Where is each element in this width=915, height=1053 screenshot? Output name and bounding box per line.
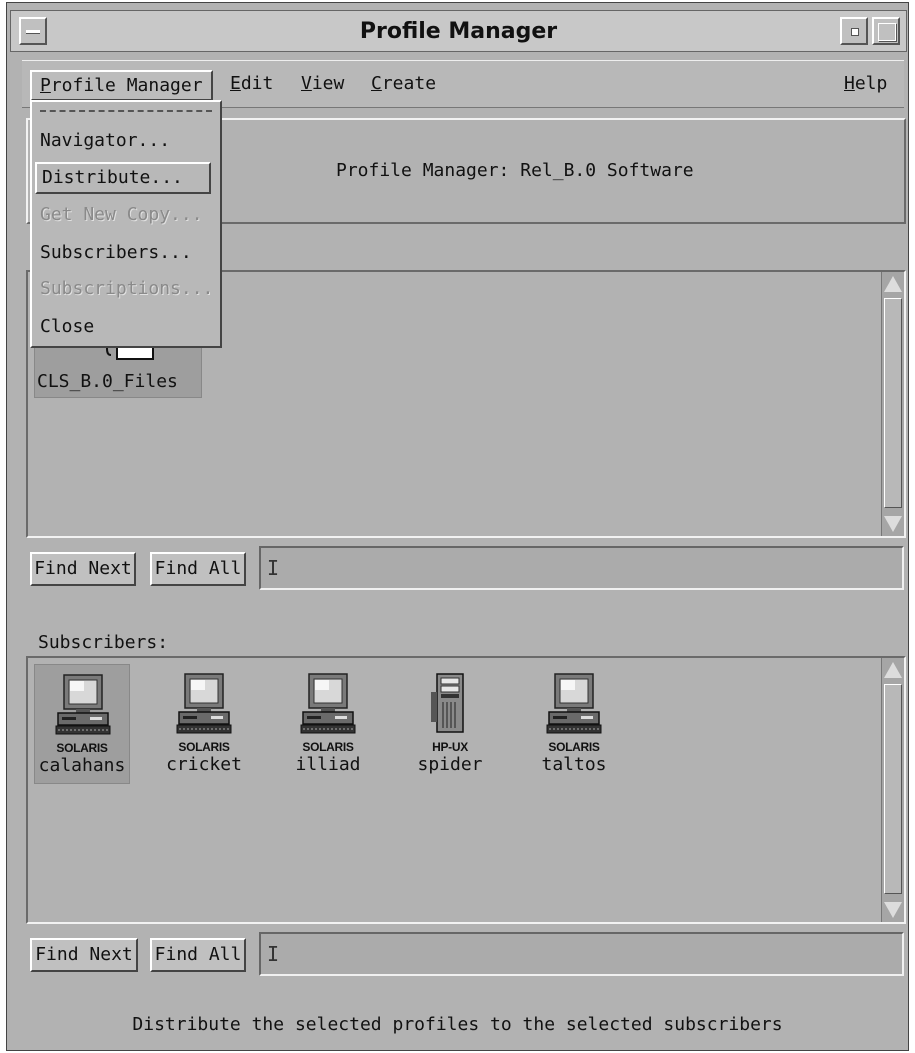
scroll-thumb[interactable] [884, 298, 902, 508]
find-all-button-2[interactable]: Find All [150, 938, 246, 972]
server-tower-icon [430, 673, 464, 733]
menu-view[interactable]: View [293, 70, 352, 97]
tear-off-line[interactable] [40, 110, 212, 112]
menu-edit[interactable]: Edit [222, 70, 281, 97]
maximize-button[interactable] [872, 17, 900, 45]
host-label: illiad [295, 754, 361, 775]
text-cursor-icon: I [267, 942, 280, 966]
menu-item-distribute[interactable]: Distribute... [35, 162, 211, 194]
workstation-icon [546, 673, 602, 734]
host-label: taltos [541, 754, 607, 775]
profile-search-field[interactable]: I [259, 546, 904, 590]
subscriber-spider[interactable]: HP-UX spider [402, 664, 498, 784]
menu-create[interactable]: Create [363, 70, 444, 97]
menu-item-subscribers[interactable]: Subscribers... [40, 242, 192, 263]
workstation-icon [300, 673, 356, 734]
find-next-button[interactable]: Find Next [30, 552, 136, 586]
status-message: Distribute the selected profiles to the … [132, 1014, 783, 1035]
host-label: spider [417, 754, 483, 775]
subscriber-taltos[interactable]: SOLARIS taltos [526, 664, 622, 784]
subscribers-pane[interactable]: SOLARIS calahans SOLARIS cricket SOLARIS… [26, 656, 906, 924]
os-label: SOLARIS [178, 740, 230, 754]
header-text: Profile Manager: Rel_B.0 Software [336, 160, 694, 181]
subscribers-scrollbar[interactable] [881, 658, 904, 922]
profile-item-label: CLS_B.0_Files [37, 371, 178, 392]
scroll-up-arrow-icon[interactable] [884, 276, 902, 292]
menu-profile-manager[interactable]: Profile Manager [30, 70, 213, 101]
subscriber-illiad[interactable]: SOLARIS illiad [280, 664, 376, 784]
subscribers-heading: Subscribers: [38, 632, 169, 653]
subscriber-calahans[interactable]: SOLARIS calahans [34, 664, 130, 784]
menu-item-close[interactable]: Close [40, 316, 94, 337]
subscriber-cricket[interactable]: SOLARIS cricket [156, 664, 252, 784]
scroll-down-arrow-icon[interactable] [884, 902, 902, 918]
workstation-icon [55, 674, 111, 735]
menu-item-navigator[interactable]: Navigator... [40, 130, 170, 151]
title-bar[interactable]: Profile Manager [10, 10, 907, 52]
host-label: calahans [38, 755, 126, 776]
profile-manager-dropdown: Navigator... Distribute... Get New Copy.… [30, 100, 222, 348]
text-cursor-icon: I [267, 556, 280, 580]
host-label: cricket [166, 754, 242, 775]
menu-profile-manager-label: rofile Manager [50, 75, 203, 96]
workstation-icon [176, 673, 232, 734]
profiles-scrollbar[interactable] [881, 272, 904, 536]
subscriber-search-field[interactable]: I [259, 932, 904, 976]
menu-item-get-new-copy: Get New Copy... [40, 204, 203, 225]
menu-item-subscriptions: Subscriptions... [40, 278, 214, 299]
scroll-up-arrow-icon[interactable] [884, 662, 902, 678]
find-next-button-2[interactable]: Find Next [30, 938, 138, 972]
os-label: SOLARIS [548, 740, 600, 754]
os-label: HP-UX [432, 740, 468, 754]
menu-help[interactable]: Help [836, 70, 895, 97]
window-title: Profile Manager [359, 19, 558, 44]
scroll-down-arrow-icon[interactable] [884, 516, 902, 532]
find-all-button[interactable]: Find All [150, 552, 246, 586]
os-label: SOLARIS [302, 740, 354, 754]
minimize-button[interactable] [840, 17, 868, 45]
scroll-thumb[interactable] [884, 684, 902, 894]
os-label: SOLARIS [56, 741, 108, 755]
